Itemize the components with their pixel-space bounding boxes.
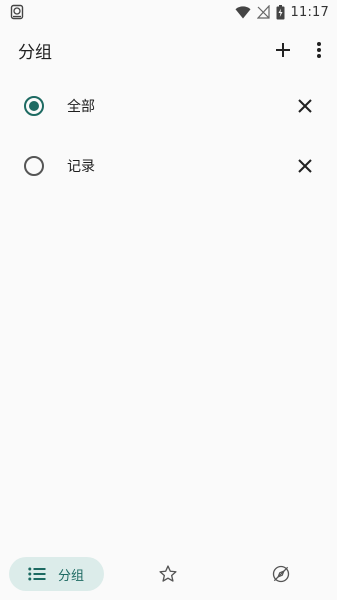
- nav-item-label: 分组: [58, 568, 85, 584]
- star-icon: [158, 564, 178, 584]
- add-icon: [275, 42, 291, 58]
- group-label: 全部: [67, 99, 95, 115]
- group-row-record[interactable]: 记录: [0, 136, 337, 196]
- group-label: 记录: [67, 159, 95, 175]
- explore-off-icon: [271, 564, 291, 584]
- nav-item-groups[interactable]: 分组: [9, 557, 104, 591]
- status-bar: 11:17: [0, 0, 337, 24]
- battery-charging-icon: [276, 4, 285, 20]
- app-actions: [265, 30, 337, 70]
- more-vert-icon: [316, 41, 322, 59]
- radio-selected-icon[interactable]: [23, 95, 45, 117]
- no-signal-icon: [256, 5, 270, 19]
- close-icon: [298, 159, 312, 173]
- add-group-button[interactable]: [265, 30, 301, 70]
- nav-item-explore[interactable]: [266, 559, 296, 589]
- wifi-icon: [235, 5, 251, 19]
- radio-unselected-icon[interactable]: [23, 155, 45, 177]
- close-icon: [298, 99, 312, 113]
- status-icons: 11:17: [235, 4, 329, 20]
- list-icon: [28, 567, 46, 581]
- group-list: 全部 记录: [0, 76, 337, 196]
- app-bar: 分组: [0, 24, 337, 76]
- delete-group-button[interactable]: [291, 152, 319, 180]
- storage-icon: [10, 4, 24, 20]
- delete-group-button[interactable]: [291, 92, 319, 120]
- page-title: 分组: [18, 42, 52, 63]
- more-options-button[interactable]: [301, 30, 337, 70]
- group-row-all[interactable]: 全部: [0, 76, 337, 136]
- status-time: 11:17: [290, 4, 329, 20]
- nav-item-favorites[interactable]: [153, 559, 183, 589]
- bottom-nav: 分组: [0, 550, 337, 600]
